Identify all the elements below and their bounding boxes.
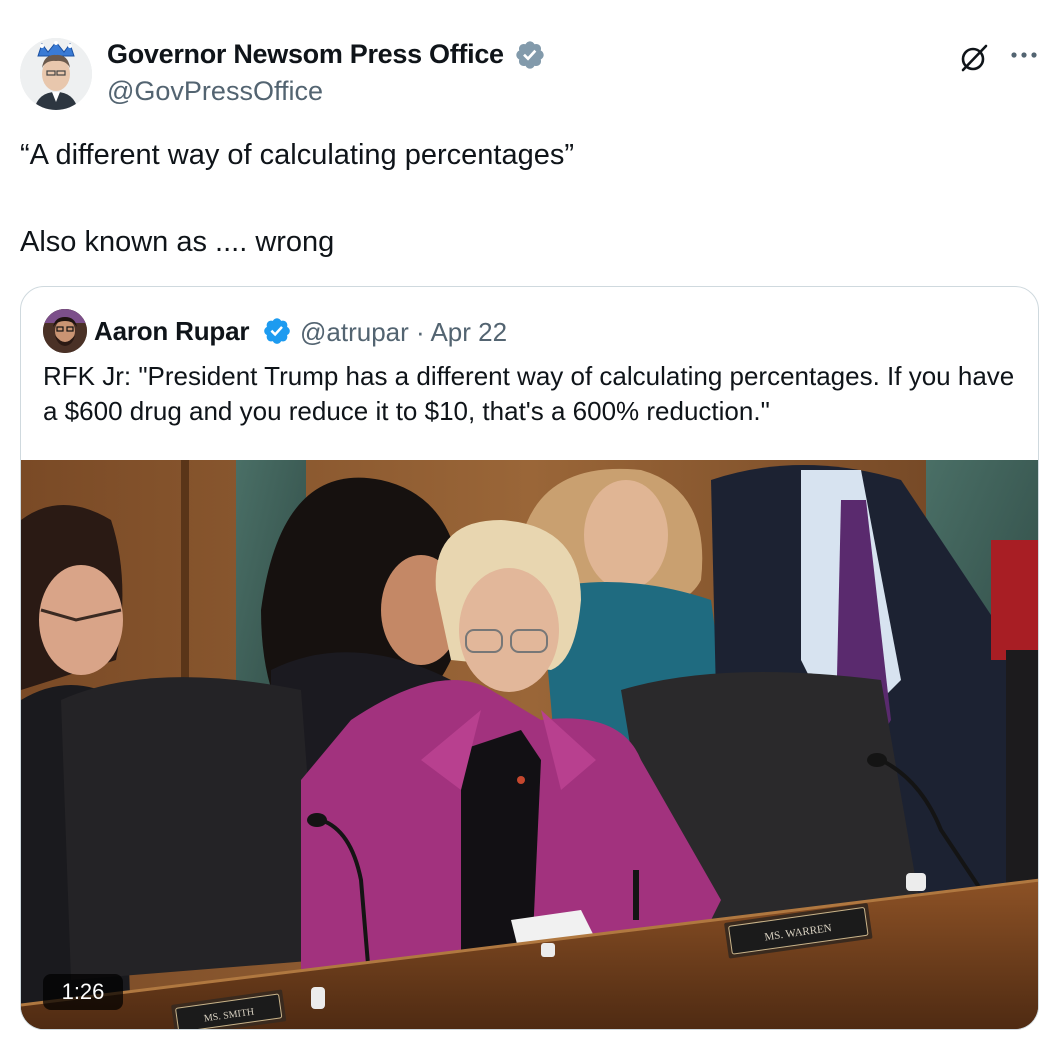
author-name[interactable]: Governor Newsom Press Office <box>107 39 504 70</box>
quoted-author-handle-date[interactable]: @atrupar · Apr 22 <box>300 317 507 348</box>
quoted-post-text: RFK Jr: "President Trump has a different… <box>43 361 1015 426</box>
post-text-line-2: Also known as .... wrong <box>20 226 335 258</box>
verified-badge-icon <box>516 41 544 69</box>
video-player[interactable]: MS. WARREN MS. SMITH <box>21 460 1038 1029</box>
quoted-avatar-image <box>43 309 87 353</box>
avatar-portrait-image <box>20 38 92 110</box>
post-text-line-1: “A different way of calculating percenta… <box>20 139 575 171</box>
author-avatar[interactable] <box>20 38 92 110</box>
quoted-author-name[interactable]: Aaron Rupar <box>94 316 249 347</box>
quoted-author-avatar[interactable] <box>43 309 87 353</box>
video-thumbnail-image: MS. WARREN MS. SMITH <box>21 460 1038 1029</box>
quoted-post-card[interactable]: Aaron Rupar @atrupar · Apr 22 RFK Jr: "P… <box>20 286 1039 1030</box>
video-duration-badge: 1:26 <box>43 974 123 1010</box>
author-handle[interactable]: @GovPressOffice <box>107 76 323 107</box>
grok-icon[interactable] <box>956 40 992 76</box>
more-options-icon[interactable] <box>1006 40 1042 70</box>
verified-badge-icon <box>264 318 290 344</box>
